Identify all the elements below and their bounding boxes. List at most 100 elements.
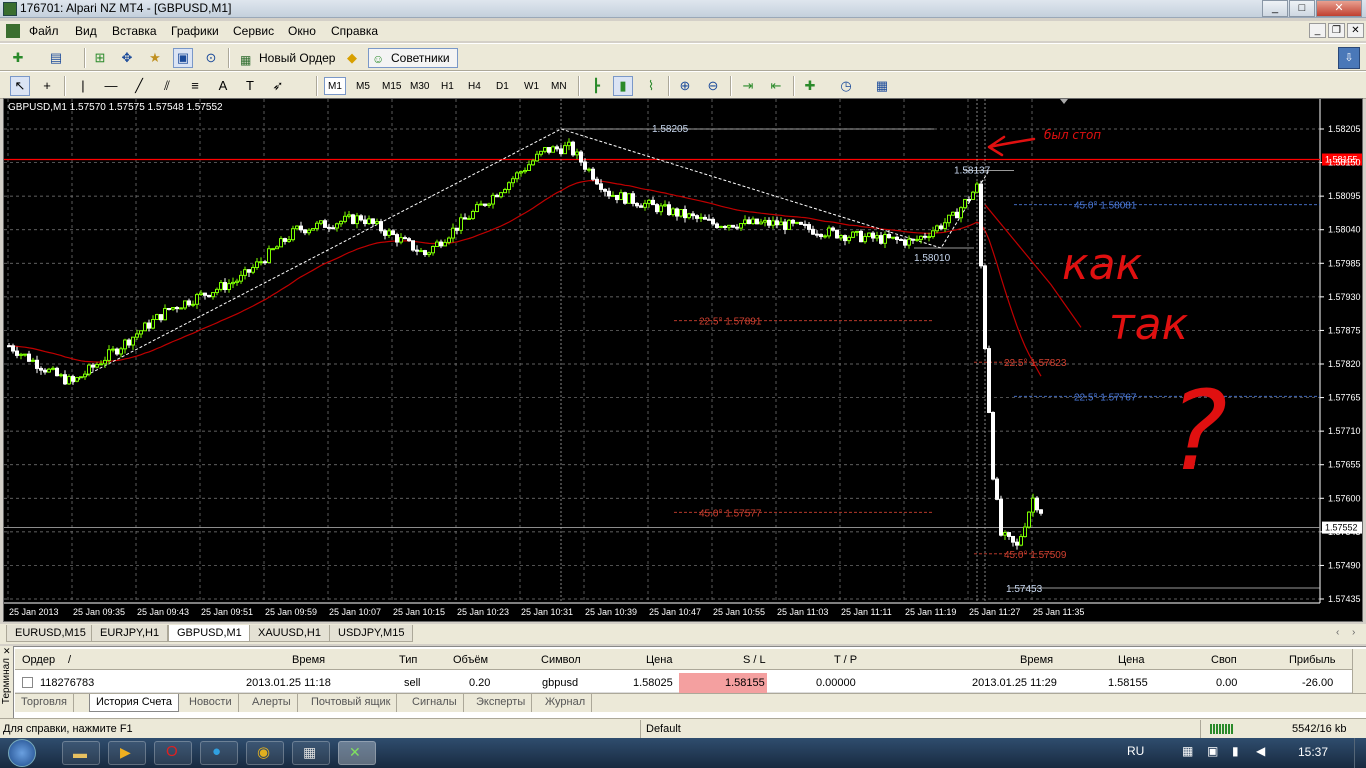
taskbar-paint[interactable]: ▦	[292, 741, 330, 765]
mdi-minimize-button[interactable]: _	[1309, 23, 1326, 38]
zoom-out-icon[interactable]: ⊖	[703, 76, 723, 96]
tab-alerts[interactable]: Алерты	[246, 694, 298, 712]
mdi-close-button[interactable]: ✕	[1347, 23, 1364, 38]
timeframe-m30[interactable]: M30	[406, 77, 433, 95]
opera-icon: O	[166, 743, 178, 760]
menu-window[interactable]: Окно	[288, 24, 316, 38]
timeframe-mn[interactable]: MN	[547, 77, 571, 95]
menu-insert[interactable]: Вставка	[112, 24, 157, 38]
tab-scroll-left-icon[interactable]: ‹	[1336, 627, 1339, 638]
taskbar-metatrader[interactable]: ✕	[338, 741, 376, 765]
col-time[interactable]: Время	[292, 650, 325, 670]
maximize-button[interactable]: □	[1289, 0, 1315, 17]
menu-charts[interactable]: Графики	[171, 24, 219, 38]
menu-file[interactable]: Файл	[29, 24, 59, 38]
close-button[interactable]: ✕	[1316, 0, 1362, 17]
chart-tab-xauusd[interactable]: XAUUSD,H1	[249, 625, 330, 642]
tab-history[interactable]: История Счета	[89, 694, 180, 712]
chart-shift-icon[interactable]: ⇤	[766, 76, 786, 96]
timeframe-d1[interactable]: D1	[492, 77, 513, 95]
tray-device-icon[interactable]: ▣	[1207, 744, 1218, 758]
navigator-icon[interactable]: ★	[145, 48, 165, 68]
taskbar-explorer[interactable]: ▬	[62, 741, 100, 765]
trendline-icon[interactable]: ╱	[129, 76, 149, 96]
candle-body	[659, 205, 663, 213]
arrows-icon[interactable]: ➶	[268, 76, 288, 96]
templates-icon[interactable]: ▦	[872, 76, 892, 96]
timeframe-m15[interactable]: M15	[378, 77, 405, 95]
data-window-icon[interactable]: ✥	[117, 48, 137, 68]
tab-mailbox[interactable]: Почтовый ящик	[305, 694, 398, 712]
strategy-tester-icon[interactable]: ⊙	[201, 48, 221, 68]
tray-clock[interactable]: 15:37	[1298, 745, 1328, 759]
mdi-restore-button[interactable]: ❐	[1328, 23, 1345, 38]
line-chart-icon[interactable]: ⌇	[641, 76, 661, 96]
col-close-time[interactable]: Время	[1020, 650, 1053, 670]
chart-tab-eurjpy[interactable]: EURJPY,H1	[91, 625, 169, 642]
start-button[interactable]	[8, 739, 36, 767]
col-symbol[interactable]: Символ	[541, 650, 581, 670]
terminal-icon[interactable]: ▣	[173, 48, 193, 68]
tray-network-icon[interactable]: ▦	[1182, 744, 1193, 758]
terminal-close-icon[interactable]: ✕	[3, 646, 11, 657]
auto-scroll-icon[interactable]: ⇥	[738, 76, 758, 96]
experts-button[interactable]: ☺ Советники	[368, 48, 458, 68]
timeframe-w1[interactable]: W1	[520, 77, 543, 95]
chart-tab-gbpusd[interactable]: GBPUSD,M1	[168, 625, 251, 642]
show-desktop-button[interactable]	[1354, 738, 1366, 768]
taskbar-media[interactable]: ▶	[108, 741, 146, 765]
chart-tab-usdjpy[interactable]: USDJPY,M15	[329, 625, 414, 642]
new-chart-icon[interactable]: ✚	[8, 48, 28, 68]
col-order[interactable]: Ордер	[22, 650, 55, 670]
metaeditor-icon[interactable]: ◆	[342, 48, 362, 68]
taskbar-chrome[interactable]: ◉	[246, 741, 284, 765]
crosshair-icon[interactable]: +	[37, 76, 57, 96]
col-profit[interactable]: Прибыль	[1289, 650, 1336, 670]
timeframe-h4[interactable]: H4	[464, 77, 485, 95]
tab-journal[interactable]: Журнал	[539, 694, 593, 712]
tray-language[interactable]: RU	[1127, 744, 1144, 758]
vertical-line-icon[interactable]: |	[73, 76, 93, 96]
tray-volume-icon[interactable]: ◀	[1256, 744, 1265, 758]
fibonacci-icon[interactable]: ≡	[185, 76, 205, 96]
col-swap[interactable]: Своп	[1211, 650, 1237, 670]
new-order-button[interactable]: ▦ Новый Ордер	[236, 48, 338, 68]
tray-signal-icon[interactable]: ▮	[1232, 744, 1239, 758]
taskbar-opera[interactable]: O	[154, 741, 192, 765]
signals-icon[interactable]: ⇩	[1338, 47, 1360, 69]
terminal-scrollbar[interactable]	[1352, 649, 1366, 693]
cursor-icon[interactable]: ↖	[10, 76, 30, 96]
tab-news[interactable]: Новости	[183, 694, 239, 712]
col-sl[interactable]: S / L	[743, 650, 766, 670]
indicators-icon[interactable]: ✚	[800, 76, 820, 96]
minimize-button[interactable]: _	[1262, 0, 1288, 17]
timeframe-m5[interactable]: M5	[352, 77, 374, 95]
menu-view[interactable]: Вид	[75, 24, 97, 38]
col-tp[interactable]: T / P	[834, 650, 857, 670]
tab-experts[interactable]: Эксперты	[470, 694, 533, 712]
price-chart[interactable]: 1.58205 1.58150 1.58095 1.58040 1.57985 1.579…	[3, 98, 1363, 622]
periods-icon[interactable]: ◷	[836, 76, 856, 96]
tab-scroll-right-icon[interactable]: ›	[1352, 627, 1355, 638]
zoom-in-icon[interactable]: ⊕	[675, 76, 695, 96]
col-price[interactable]: Цена	[646, 650, 672, 670]
profiles-icon[interactable]: ▤	[46, 48, 66, 68]
timeframe-h1[interactable]: H1	[437, 77, 458, 95]
col-type[interactable]: Тип	[399, 650, 417, 670]
chart-tab-eurusd[interactable]: EURUSD,M15	[6, 625, 95, 642]
taskbar-app4[interactable]: ●	[200, 741, 238, 765]
candlestick-icon[interactable]: ▮	[613, 76, 633, 96]
timeframe-m1[interactable]: M1	[324, 77, 346, 95]
col-volume[interactable]: Объём	[453, 650, 488, 670]
tab-signals[interactable]: Сигналы	[406, 694, 464, 712]
col-close-price[interactable]: Цена	[1118, 650, 1144, 670]
market-watch-icon[interactable]: ⊞	[90, 48, 110, 68]
menu-help[interactable]: Справка	[331, 24, 378, 38]
menu-tools[interactable]: Сервис	[233, 24, 274, 38]
text-label-icon[interactable]: T	[240, 76, 260, 96]
text-icon[interactable]: A	[213, 76, 233, 96]
bar-chart-icon[interactable]: ┣	[586, 76, 606, 96]
tab-trade[interactable]: Торговля	[15, 694, 74, 712]
horizontal-line-icon[interactable]: —	[101, 76, 121, 96]
equidistant-channel-icon[interactable]: ⫽	[157, 76, 177, 96]
